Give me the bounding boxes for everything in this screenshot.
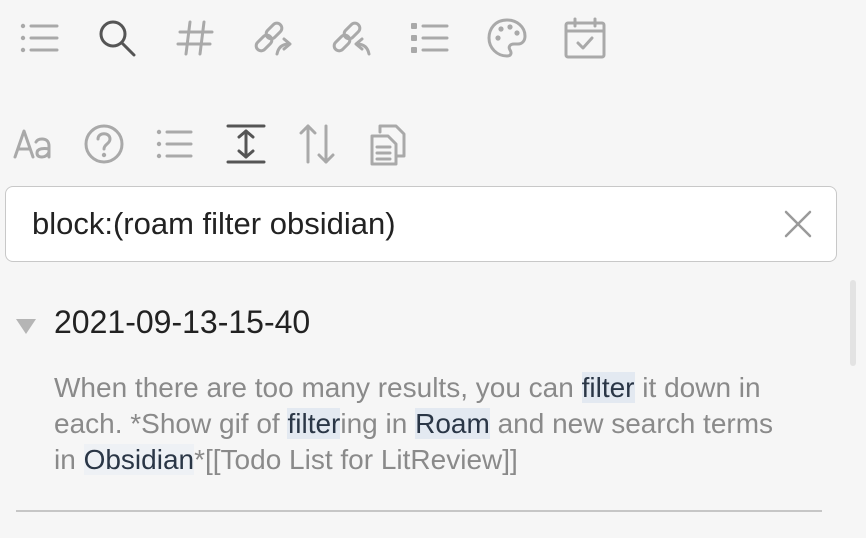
calendar-icon	[564, 17, 606, 59]
tag-icon	[176, 20, 214, 56]
style-settings-tab[interactable]	[484, 14, 530, 62]
scrollbar-thumb[interactable]	[850, 280, 856, 366]
snippet-text: *[[Todo List for LitReview]]	[194, 444, 518, 475]
outgoing-links-icon	[332, 21, 371, 56]
match-case-toggle[interactable]	[10, 120, 56, 168]
snippet-text: When there are too many results, you can	[54, 372, 582, 403]
sort-icon	[299, 124, 335, 164]
triangle-down-icon	[16, 319, 36, 334]
match-highlight: filter	[581, 372, 635, 403]
search-pane: 2021-09-13-15-40 When there are too many…	[0, 0, 866, 538]
outline-tab[interactable]	[406, 14, 452, 62]
backlinks-tab[interactable]	[250, 14, 296, 62]
sidebar-tabs-toolbar	[16, 14, 640, 62]
match-highlight: filter	[287, 408, 341, 439]
show-more-context-toggle[interactable]	[223, 120, 269, 168]
copy-results-button[interactable]	[365, 120, 411, 168]
divider	[16, 510, 822, 512]
search-input[interactable]	[32, 201, 772, 247]
result-match-snippet[interactable]: When there are too many results, you can…	[54, 370, 774, 478]
files-tab[interactable]	[16, 14, 62, 62]
search-icon	[99, 20, 136, 57]
collapse-results-toggle[interactable]	[152, 120, 198, 168]
copy-results-icon	[370, 124, 406, 166]
close-icon	[784, 210, 812, 238]
collapse-results-icon	[156, 129, 193, 159]
sort-button[interactable]	[294, 120, 340, 168]
clear-search-button[interactable]	[782, 208, 814, 240]
match-highlight: Obsidian	[83, 444, 195, 475]
backlinks-icon	[254, 21, 292, 56]
snippet-text: ing in	[340, 408, 416, 439]
files-icon	[20, 23, 59, 53]
show-more-context-icon	[226, 124, 266, 164]
explain-search-icon	[84, 124, 124, 164]
calendar-tab[interactable]	[562, 14, 608, 62]
tags-tab[interactable]	[172, 14, 218, 62]
explain-search-toggle[interactable]	[81, 120, 127, 168]
search-options-toolbar	[10, 120, 436, 168]
collapse-toggle[interactable]	[14, 316, 38, 336]
outgoing-links-tab[interactable]	[328, 14, 374, 62]
search-tab[interactable]	[94, 14, 140, 62]
result-file-title[interactable]: 2021-09-13-15-40	[54, 304, 310, 341]
match-case-icon	[13, 129, 51, 159]
outline-icon	[411, 23, 449, 53]
match-highlight: Roam	[415, 408, 490, 439]
palette-icon	[487, 18, 527, 58]
search-box	[5, 186, 837, 262]
